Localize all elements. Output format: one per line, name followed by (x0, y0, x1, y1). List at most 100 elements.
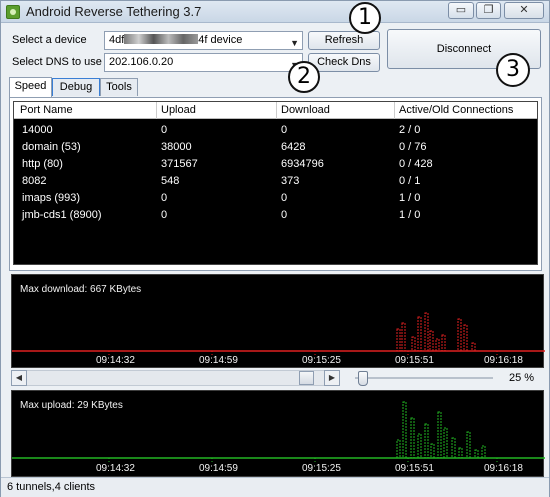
cell-connections: 2 / 0 (399, 124, 421, 136)
dropdown-arrow-icon: ▼ (290, 38, 299, 48)
table-row[interactable]: domain (53) 38000 6428 0 / 76 (14, 140, 537, 156)
android-app-icon (6, 5, 20, 19)
minimize-icon: ▭ (455, 4, 467, 16)
device-value-prefix: 4df (109, 34, 125, 46)
scroll-left-button[interactable]: ◀ (11, 370, 27, 386)
download-max-label: Max download: 667 KBytes (20, 284, 142, 295)
col-connections[interactable]: Active/Old Connections (399, 104, 513, 116)
close-icon: ✕ (519, 4, 529, 16)
scroll-track[interactable] (27, 370, 340, 386)
status-bar: 6 tunnels,4 clients (1, 477, 549, 497)
traffic-bar (401, 322, 406, 352)
status-text: 6 tunnels,4 clients (7, 481, 96, 493)
dns-label: Select DNS to use (12, 56, 102, 68)
cell-port: http (80) (22, 158, 63, 170)
download-tick-label: 09:14:59 (199, 355, 238, 366)
column-divider[interactable] (394, 102, 395, 119)
dns-value: 202.106.0.20 (109, 56, 174, 68)
tab-tools[interactable]: Tools (100, 78, 138, 96)
traffic-bar (396, 439, 401, 459)
window-title: Android Reverse Tethering 3.7 (26, 4, 202, 19)
cell-connections: 0 / 76 (399, 141, 427, 153)
minimize-button[interactable]: ▭ (448, 2, 474, 19)
traffic-bar (474, 449, 479, 459)
traffic-bar (424, 312, 429, 352)
cell-connections: 0 / 1 (399, 175, 421, 187)
cell-port: 8082 (22, 175, 47, 187)
cell-port: imaps (993) (22, 192, 81, 204)
upload-tick-label: 09:15:25 (302, 463, 341, 474)
download-tick-label: 09:16:18 (484, 355, 523, 366)
table-row[interactable]: 8082 548 373 0 / 1 (14, 174, 537, 190)
app-window: Android Reverse Tethering 3.7 ▭ ❐ ✕ Sele… (0, 0, 550, 497)
download-tick-label: 09:15:51 (395, 355, 434, 366)
device-value-suffix: 4f device (198, 34, 243, 46)
traffic-bar (451, 437, 456, 459)
traffic-bar (411, 336, 416, 352)
table-row[interactable]: 14000 0 0 2 / 0 (14, 123, 537, 139)
table-row[interactable]: http (80) 371567 6934796 0 / 428 (14, 157, 537, 173)
speed-panel: Port Name Upload Download Active/Old Con… (9, 97, 542, 271)
traffic-bar (430, 443, 435, 459)
upload-tick-label: 09:14:32 (96, 463, 135, 474)
traffic-bar (429, 330, 434, 352)
table-row[interactable]: jmb-cds1 (8900) 0 0 1 / 0 (14, 208, 537, 224)
cell-port: jmb-cds1 (8900) (22, 209, 102, 221)
close-button[interactable]: ✕ (504, 2, 544, 19)
table-row[interactable]: imaps (993) 0 0 1 / 0 (14, 191, 537, 207)
traffic-bar (410, 417, 415, 459)
cell-port: 14000 (22, 124, 53, 136)
cell-upload: 0 (161, 192, 168, 204)
traffic-bar (481, 445, 486, 459)
cell-download: 6428 (281, 141, 306, 153)
restore-icon: ❐ (483, 4, 494, 16)
cell-upload: 0 (161, 209, 168, 221)
table-header: Port Name Upload Download Active/Old Con… (14, 102, 537, 119)
zoom-value: 25 % (509, 372, 535, 384)
cell-connections: 1 / 0 (399, 209, 421, 221)
cell-upload: 371567 (161, 158, 198, 170)
cell-connections: 0 / 428 (399, 158, 433, 170)
traffic-bar (471, 342, 476, 352)
cell-connections: 1 / 0 (399, 192, 421, 204)
cell-download: 0 (281, 209, 288, 221)
traffic-bar (417, 316, 422, 352)
scroll-right-button[interactable]: ▶ (324, 370, 340, 386)
device-label: Select a device (12, 34, 87, 46)
zoom-slider-track[interactable] (355, 377, 493, 379)
callout-2: 2 (288, 61, 320, 93)
cell-port: domain (53) (22, 141, 81, 153)
traffic-bar (424, 423, 429, 459)
traffic-bar (396, 328, 401, 352)
col-download[interactable]: Download (281, 104, 330, 116)
dns-select[interactable]: 202.106.0.20 ▼ (104, 53, 303, 72)
zoom-slider-thumb[interactable] (357, 371, 368, 386)
column-divider[interactable] (156, 102, 157, 119)
upload-tick-label: 09:16:18 (484, 463, 523, 474)
cell-upload: 38000 (161, 141, 192, 153)
traffic-bar (417, 433, 422, 459)
cell-upload: 548 (161, 175, 180, 187)
download-graph: Max download: 667 KBytes 09:14:32 09:14:… (11, 274, 545, 368)
cell-download: 6934796 (281, 158, 324, 170)
tab-debug[interactable]: Debug (52, 78, 100, 96)
cell-download: 0 (281, 192, 288, 204)
col-upload[interactable]: Upload (161, 104, 196, 116)
column-divider[interactable] (276, 102, 277, 119)
connections-table: Port Name Upload Download Active/Old Con… (13, 101, 538, 265)
traffic-bar (458, 447, 463, 459)
download-tick-label: 09:15:25 (302, 355, 341, 366)
callout-3: 3 (496, 53, 530, 87)
redacted-serial (124, 34, 199, 44)
download-tick-label: 09:14:32 (96, 355, 135, 366)
refresh-button[interactable]: Refresh (308, 31, 380, 50)
graph-zoom-bar: ◀ ▶ 25 % (11, 369, 545, 387)
callout-1: 1 (349, 2, 381, 34)
scroll-thumb[interactable] (299, 371, 314, 385)
check-dns-button[interactable]: Check Dns (308, 53, 380, 72)
traffic-bar (441, 334, 446, 352)
col-port-name[interactable]: Port Name (20, 104, 73, 116)
restore-button[interactable]: ❐ (476, 2, 501, 19)
tab-speed[interactable]: Speed (9, 77, 52, 97)
device-select[interactable]: 4df 4f device ▼ (104, 31, 303, 50)
